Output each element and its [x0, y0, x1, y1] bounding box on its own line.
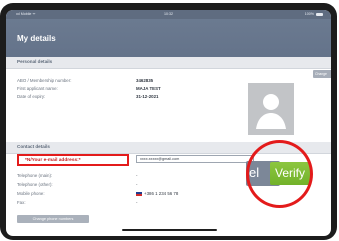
- change-phone-numbers-button[interactable]: Change phone numbers: [17, 215, 89, 223]
- personal-details-title: Personal details: [17, 59, 53, 64]
- person-silhouette-icon: [256, 94, 286, 129]
- telephone-main-label: Telephone (main):: [17, 173, 53, 178]
- battery-icon: [316, 12, 323, 16]
- profile-photo[interactable]: [248, 83, 294, 135]
- fax-value: -: [136, 200, 138, 205]
- status-time: 10:32: [164, 12, 173, 16]
- fax-label: Fax:: [17, 200, 26, 205]
- telephone-other-label: Telephone (other):: [17, 182, 53, 187]
- battery-percent: 100%: [304, 12, 314, 16]
- page-title: My details: [17, 34, 56, 43]
- expiry-date-label: Date of expiry:: [17, 94, 46, 99]
- membership-number-label: ABO / Membership number:: [17, 78, 72, 83]
- email-label-highlight: *N/Your e-mail address:*: [17, 154, 129, 166]
- mobile-phone-value-wrap: +386 1 234 56 78: [136, 191, 178, 196]
- status-bar: ıııl Mobile ᯤ 10:32 100%: [6, 10, 331, 19]
- app-screen: ıııl Mobile ᯤ 10:32 100% My details Pers…: [6, 10, 331, 236]
- applicant-name-label: First applicant name:: [17, 86, 58, 91]
- telephone-other-value: -: [136, 182, 138, 187]
- contact-details-title: Contact details: [17, 144, 50, 149]
- tablet-frame: ıııl Mobile ᯤ 10:32 100% My details Pers…: [0, 3, 337, 240]
- verify-highlight-circle: [246, 140, 313, 208]
- email-label: *N/Your e-mail address:*: [25, 158, 81, 163]
- email-input[interactable]: xxxx.xxxxx@gmail.com: [136, 155, 254, 163]
- mobile-phone-value: +386 1 234 56 78: [144, 191, 179, 196]
- membership-number-value: 3462835: [136, 78, 154, 83]
- page-header: My details: [6, 19, 331, 57]
- applicant-name-value: MAJA TEST: [136, 86, 161, 91]
- personal-details-header: Personal details: [6, 57, 331, 69]
- expiry-date-value: 31-12-2021: [136, 94, 159, 99]
- home-indicator: [122, 229, 217, 231]
- mobile-phone-label: Mobile phone:: [17, 191, 45, 196]
- slovenia-flag-icon: [136, 191, 142, 196]
- battery-status: 100%: [305, 10, 323, 19]
- telephone-main-value: -: [136, 173, 138, 178]
- change-photo-button[interactable]: Change: [313, 70, 331, 78]
